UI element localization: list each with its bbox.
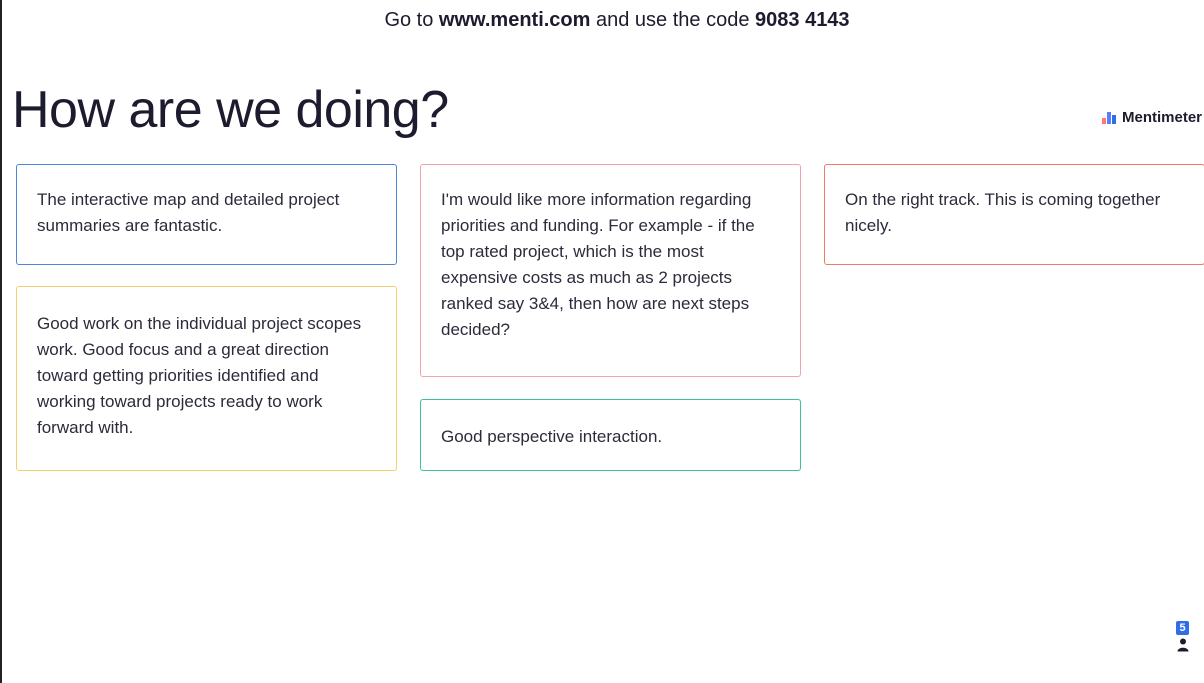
response-text: Good perspective interaction. xyxy=(441,427,663,446)
participant-counter[interactable]: 5 xyxy=(1176,621,1189,652)
brand-name: Mentimeter xyxy=(1122,109,1203,126)
join-middle: and use the code xyxy=(590,9,756,31)
response-text: On the right track. This is coming toget… xyxy=(845,190,1161,235)
mentimeter-logo[interactable]: Mentimeter xyxy=(1102,109,1202,126)
response-card: On the right track. This is coming toget… xyxy=(824,164,1204,265)
person-icon xyxy=(1177,638,1188,652)
response-card: The interactive map and detailed project… xyxy=(16,164,397,265)
join-url[interactable]: www.menti.com xyxy=(439,9,591,31)
response-text: Good work on the individual project scop… xyxy=(37,314,362,437)
response-text: I'm would like more information regardin… xyxy=(441,190,755,339)
response-card: Good work on the individual project scop… xyxy=(16,286,397,471)
slide-title: How are we doing? xyxy=(12,81,449,139)
presentation-slide: Go to www.menti.com and use the code 908… xyxy=(0,0,1204,683)
participant-count-badge: 5 xyxy=(1176,621,1189,635)
mentimeter-bars-icon xyxy=(1102,111,1116,124)
join-code: 9083 4143 xyxy=(755,9,850,31)
response-card: I'm would like more information regardin… xyxy=(420,164,801,377)
join-instructions: Go to www.menti.com and use the code 908… xyxy=(2,9,1204,32)
response-card: Good perspective interaction. xyxy=(420,399,801,471)
join-prefix: Go to xyxy=(384,9,439,31)
response-text: The interactive map and detailed project… xyxy=(37,190,340,235)
